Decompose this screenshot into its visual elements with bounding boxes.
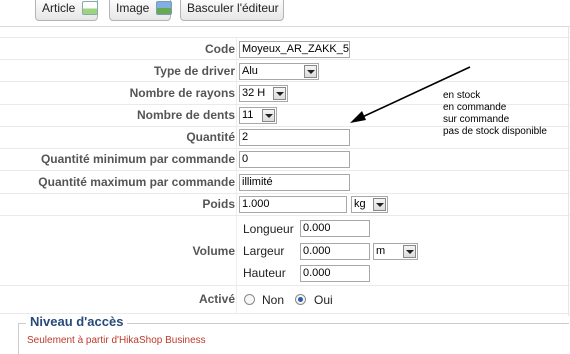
article-button[interactable]: Article <box>35 0 98 21</box>
chevron-down-icon <box>403 245 416 258</box>
teeth-label: Nombre de dents <box>136 108 235 122</box>
height-input[interactable]: 0.000 <box>300 265 370 282</box>
weight-unit-select[interactable]: kg <box>351 196 388 213</box>
access-note: Seulement à partir d'HikaShop Business <box>27 335 206 346</box>
min-qty-input[interactable]: 0 <box>239 151 350 168</box>
active-no-label: Non <box>262 293 285 307</box>
row-divider <box>0 285 570 286</box>
access-title: Niveau d'accès <box>26 314 128 329</box>
code-input[interactable]: Moyeux_AR_ZAKK_58 <box>239 41 350 58</box>
code-label: Code <box>205 42 235 56</box>
width-label: Largeur <box>243 244 285 258</box>
length-label: Longueur <box>243 222 294 236</box>
stock-status-annotation: en stock en commande sur commande pas de… <box>443 90 547 138</box>
volume-unit-select[interactable]: m <box>373 243 418 260</box>
row-divider <box>0 59 570 60</box>
active-yes-label: Oui <box>314 293 333 307</box>
toggle-editor-label: Basculer l'éditeur <box>187 1 279 15</box>
volume-unit-value: m <box>376 245 386 257</box>
weight-unit-value: kg <box>354 198 366 210</box>
chevron-down-icon <box>273 87 286 100</box>
width-input[interactable]: 0.000 <box>300 243 370 260</box>
article-button-label: Article <box>42 1 76 15</box>
volume-label: Volume <box>192 244 235 258</box>
weight-label: Poids <box>202 197 235 211</box>
row-divider <box>0 215 570 216</box>
spokes-value: 32 H <box>242 87 266 99</box>
quantity-label: Quantité <box>186 130 235 144</box>
min-qty-label: Quantité minimum par commande <box>40 152 235 166</box>
image-button-label: Image <box>116 1 150 15</box>
panel-border <box>568 26 569 316</box>
row-divider <box>0 37 570 38</box>
image-icon <box>155 1 172 15</box>
teeth-value: 11 <box>242 109 254 121</box>
max-qty-input[interactable]: illimité <box>239 174 350 191</box>
row-divider <box>0 193 570 194</box>
row-divider <box>0 81 570 82</box>
driver-type-value: Alu <box>242 65 258 77</box>
toggle-editor-button[interactable]: Basculer l'éditeur <box>180 0 284 21</box>
annotation-line: en stock <box>443 90 481 101</box>
driver-type-label: Type de driver <box>153 64 235 78</box>
editor-toolbar: Article Image Basculer l'éditeur <box>0 0 570 27</box>
active-yes-radio[interactable] <box>295 294 306 305</box>
height-label: Hauteur <box>243 266 286 280</box>
weight-input[interactable]: 1.000 <box>239 196 347 213</box>
quantity-input[interactable]: 2 <box>239 129 350 146</box>
chevron-down-icon <box>262 109 275 122</box>
row-divider <box>0 148 570 149</box>
spokes-select[interactable]: 32 H <box>239 85 288 102</box>
length-input[interactable]: 0.000 <box>300 220 370 237</box>
max-qty-label: Quantité maximum par commande <box>38 175 235 189</box>
spokes-label: Nombre de rayons <box>129 86 235 100</box>
annotation-line: pas de stock disponible <box>443 126 547 137</box>
label-column-divider <box>236 37 237 313</box>
annotation-line: en commande <box>443 102 507 113</box>
annotation-line: sur commande <box>443 114 510 125</box>
chevron-down-icon <box>373 198 386 211</box>
active-no-radio[interactable] <box>244 294 255 305</box>
teeth-select[interactable]: 11 <box>239 107 277 124</box>
active-label: Activé <box>198 292 235 306</box>
chevron-down-icon <box>304 65 317 78</box>
image-button[interactable]: Image <box>109 0 172 21</box>
driver-type-select[interactable]: Alu <box>239 63 319 80</box>
row-divider <box>0 170 570 171</box>
article-icon <box>81 1 98 15</box>
